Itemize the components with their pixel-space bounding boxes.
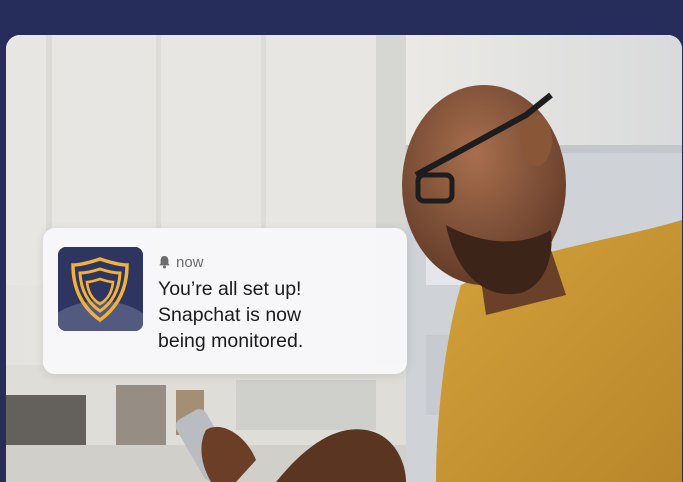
notification-meta: now <box>158 253 204 271</box>
shield-logo-icon <box>58 247 143 331</box>
bell-icon <box>158 255 171 269</box>
notification-time: now <box>176 253 204 271</box>
notification-message: You’re all set up! Snapchat is now being… <box>158 276 398 354</box>
notification-line-3: being monitored. <box>158 330 304 352</box>
notification-line-1: You’re all set up! <box>158 278 302 300</box>
notification-line-2: Snapchat is now <box>158 304 302 326</box>
push-notification[interactable]: now You’re all set up! Snapchat is now b… <box>43 228 407 374</box>
